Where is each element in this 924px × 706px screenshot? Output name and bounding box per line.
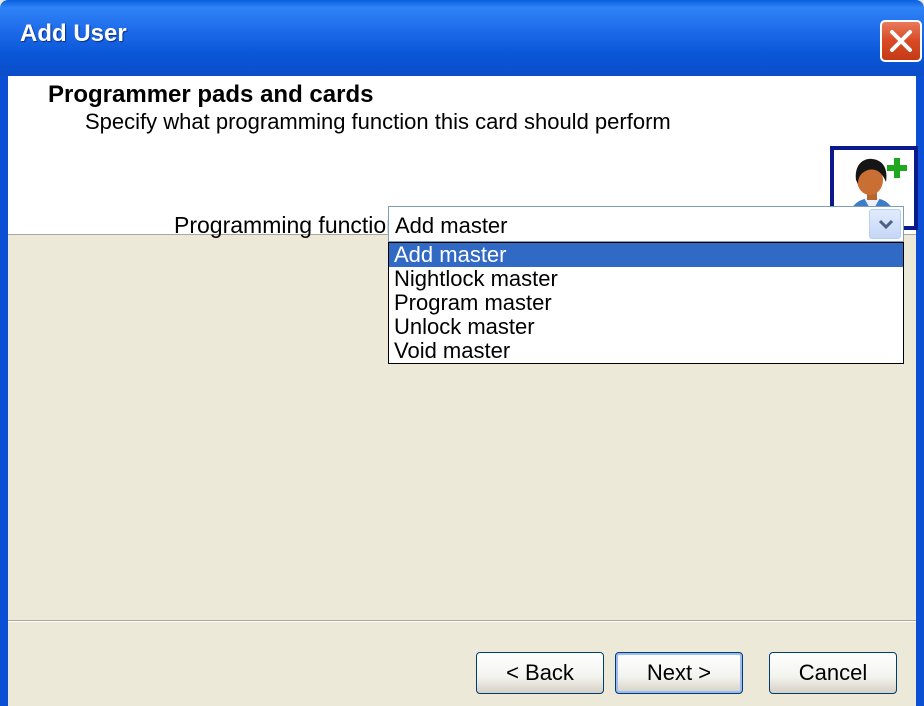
footer-separator [8,620,916,622]
dropdown-option-void-master[interactable]: Void master [389,339,903,363]
next-button[interactable]: Next > [615,652,743,694]
back-button[interactable]: < Back [476,652,604,694]
dropdown-option-unlock-master[interactable]: Unlock master [389,315,903,339]
window-border-left [0,76,8,706]
programming-function-label: Programming function: [174,212,406,238]
dropdown-toggle-button[interactable] [869,209,901,239]
select-current-value: Add master [395,213,508,238]
window-title: Add User [20,20,127,47]
title-bar[interactable]: Add User [0,0,924,76]
page-title: Programmer pads and cards [48,81,374,108]
cancel-button[interactable]: Cancel [769,652,897,694]
dropdown-option-add-master[interactable]: Add master [389,243,903,267]
page-subtitle: Specify what programming function this c… [85,109,671,134]
close-icon [890,30,912,52]
chevron-down-icon [878,219,894,230]
add-user-dialog: Add User Programmer pads and cards Speci… [0,0,924,706]
dropdown-list[interactable]: Add master Nightlock master Program mast… [388,242,904,364]
dropdown-option-program-master[interactable]: Program master [389,291,903,315]
close-button[interactable] [880,20,922,62]
dropdown-option-nightlock-master[interactable]: Nightlock master [389,267,903,291]
programming-function-select[interactable]: Add master [388,206,904,242]
